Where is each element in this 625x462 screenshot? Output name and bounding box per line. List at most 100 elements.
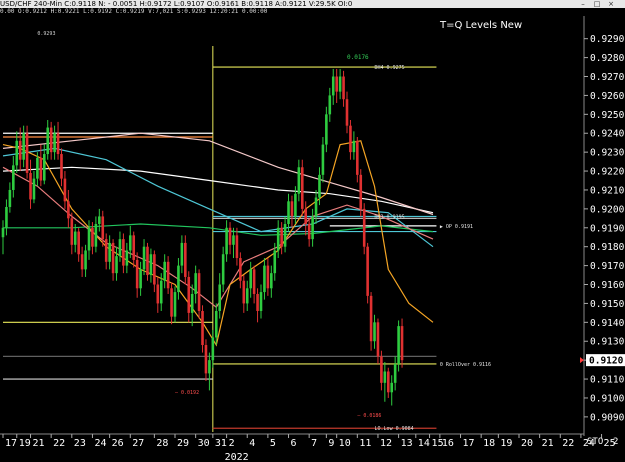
candle-body xyxy=(180,242,184,266)
price-tick-label: 0.9240 xyxy=(590,129,625,140)
candle-body xyxy=(139,269,142,289)
candle xyxy=(60,148,63,187)
price-chart[interactable]: DH4 0.9275 0.0176 DH3 0.9195 ▶ OP 0.9191 0 R… xyxy=(0,16,625,462)
candle-body xyxy=(369,295,373,342)
time-tick-label: 12 xyxy=(380,438,392,449)
minimize-icon[interactable]: – xyxy=(578,0,588,8)
candle xyxy=(12,155,15,198)
candle xyxy=(352,131,356,160)
candle xyxy=(393,356,397,391)
candle xyxy=(362,203,366,255)
time-tick-label: 17 xyxy=(5,438,17,449)
candle xyxy=(67,189,70,228)
price-tick-label: 0.9160 xyxy=(590,280,625,291)
candle xyxy=(184,235,187,285)
candle-body xyxy=(15,140,19,166)
time-tick-label: 17 xyxy=(463,438,475,449)
candle xyxy=(18,127,22,172)
candle-body xyxy=(362,208,366,247)
price-tick-label: 0.9140 xyxy=(590,318,625,329)
close-icon[interactable]: × xyxy=(606,0,616,8)
candle xyxy=(98,208,101,232)
candle-body xyxy=(46,127,50,155)
time-tick-label: 11 xyxy=(359,438,371,449)
maximize-icon[interactable]: □ xyxy=(592,0,602,8)
candle-body xyxy=(73,231,77,245)
candle-body xyxy=(91,227,94,247)
candle-body xyxy=(118,239,122,257)
candle-body xyxy=(307,224,311,240)
candle-body xyxy=(153,254,156,285)
candle-body xyxy=(239,258,242,281)
time-tick-label: 30 xyxy=(198,438,210,449)
candle xyxy=(342,70,345,107)
candle-body xyxy=(290,201,294,217)
candle-body xyxy=(270,273,273,289)
candle xyxy=(132,231,136,268)
year-label: 2022 xyxy=(225,452,249,462)
candle-body xyxy=(294,193,297,217)
candle-body xyxy=(98,216,101,224)
candle xyxy=(173,286,177,323)
time-tick-label: 5 xyxy=(270,438,276,449)
candle xyxy=(400,318,404,368)
time-tick-label: 10 xyxy=(339,438,351,449)
candle-body xyxy=(393,363,397,383)
candle-body xyxy=(29,172,32,200)
price-tick-label: 0.9190 xyxy=(590,223,625,234)
candle xyxy=(94,216,98,253)
candle xyxy=(287,193,290,232)
candle-body xyxy=(135,259,139,289)
candle-body xyxy=(342,76,345,100)
candle-body xyxy=(325,114,328,145)
candle xyxy=(304,201,308,236)
candle xyxy=(156,276,160,313)
price-tick-label: 0.9220 xyxy=(590,167,625,178)
level-label: DH4 0.9275 xyxy=(375,65,405,71)
candle xyxy=(235,227,239,266)
candle-body xyxy=(194,273,197,294)
candle xyxy=(29,159,32,209)
candle xyxy=(22,125,25,168)
window-titlebar[interactable]: USD/CHF 240-Min C:0.9118 N: - 0.0051 H:0… xyxy=(0,0,625,8)
candle-body xyxy=(84,250,87,270)
candle xyxy=(77,227,80,262)
candle-body xyxy=(36,157,39,179)
time-tick-label: 22 xyxy=(562,438,574,449)
candle-body xyxy=(173,292,177,317)
candle-body xyxy=(232,235,235,245)
candle-body xyxy=(104,239,108,262)
time-tick-label: 24 xyxy=(94,438,106,449)
candle xyxy=(115,246,118,281)
candle-body xyxy=(32,178,36,200)
candle-body xyxy=(383,371,387,383)
candle xyxy=(190,284,194,327)
level-lines xyxy=(3,46,437,432)
level-label: DH3 0.9195 xyxy=(375,214,405,220)
ohlc-readout: 0.00 O:0.9212 H:0.9221 L:0.9192 C:0.9219… xyxy=(0,8,268,15)
candle xyxy=(70,212,74,255)
candle-body xyxy=(80,254,84,270)
candle-body xyxy=(190,293,194,313)
candle xyxy=(297,159,301,202)
candle xyxy=(356,137,359,183)
candle xyxy=(149,248,153,283)
candle-body xyxy=(18,140,22,160)
candle xyxy=(153,250,156,293)
candle xyxy=(252,265,256,304)
level-label: LO.Low 0.9084 xyxy=(375,426,414,432)
price-tick-label: 0.9170 xyxy=(590,261,625,272)
candle xyxy=(280,222,283,255)
candle xyxy=(390,375,394,406)
candle-body xyxy=(386,371,390,393)
candle xyxy=(221,246,225,293)
candle-body xyxy=(397,326,400,364)
candle xyxy=(300,159,304,217)
time-tick-label: 19 xyxy=(19,438,31,449)
candle-body xyxy=(12,165,15,190)
price-tick-label: 0.9110 xyxy=(590,375,625,386)
candle xyxy=(311,208,314,247)
candle xyxy=(32,171,36,204)
chart-window: USD/CHF 240-Min C:0.9118 N: - 0.0051 H:0… xyxy=(0,0,625,462)
stochastic-value: 2 xyxy=(613,437,618,447)
